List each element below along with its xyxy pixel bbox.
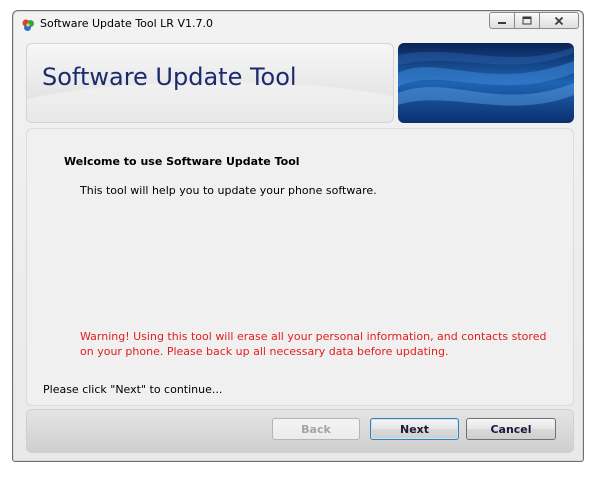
page-title: Software Update Tool (42, 63, 297, 91)
minimize-button[interactable] (489, 12, 515, 29)
continue-instruction: Please click "Next" to continue... (43, 383, 223, 396)
maximize-button[interactable] (514, 12, 540, 29)
title-bar[interactable]: Software Update Tool LR V1.7.0 (13, 11, 583, 37)
minimize-icon (498, 21, 506, 24)
warning-text: Warning! Using this tool will erase all … (80, 330, 547, 358)
close-button[interactable] (539, 12, 579, 29)
welcome-heading: Welcome to use Software Update Tool (64, 155, 300, 168)
back-button[interactable]: Back (272, 418, 360, 440)
close-icon (554, 16, 564, 25)
cancel-button[interactable]: Cancel (466, 418, 556, 440)
header-panel: Software Update Tool (26, 43, 394, 123)
app-icon (21, 17, 35, 31)
maximize-icon (522, 16, 532, 25)
window-title: Software Update Tool LR V1.7.0 (40, 17, 213, 30)
banner-wave-graphic (398, 43, 574, 123)
header-banner-image (398, 43, 574, 123)
intro-text: This tool will help you to update your p… (80, 184, 377, 197)
next-button[interactable]: Next (370, 418, 459, 440)
button-bar: Back Next Cancel (26, 409, 574, 453)
window-controls (489, 12, 579, 29)
main-window: Software Update Tool LR V1.7.0 Software … (12, 10, 584, 462)
content-panel: Welcome to use Software Update Tool This… (26, 128, 574, 406)
